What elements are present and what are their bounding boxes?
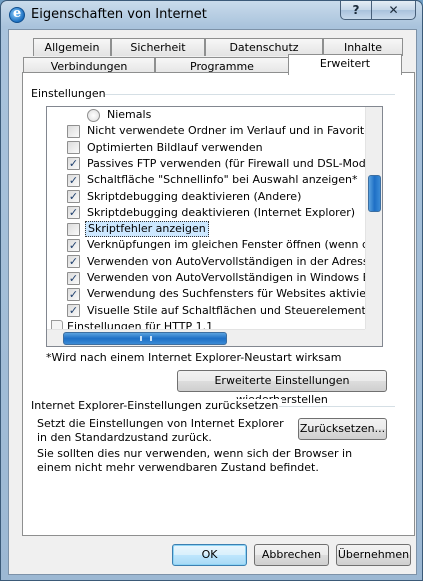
reset-group-line — [279, 406, 395, 407]
tab-allgemein[interactable]: Allgemein — [33, 38, 111, 56]
restart-note: *Wird nach einem Internet Explorer-Neust… — [46, 351, 342, 364]
reset-group-label: Internet Explorer-Einstellungen zurückse… — [31, 399, 283, 412]
horizontal-scrollbar[interactable] — [47, 329, 367, 346]
setting-label: Nicht verwendete Ordner im Verlauf und i… — [87, 124, 383, 138]
internet-explorer-icon — [9, 6, 25, 23]
checkbox-unchecked[interactable] — [67, 141, 80, 155]
vertical-scrollbar[interactable] — [365, 107, 382, 330]
vertical-scroll-thumb[interactable] — [368, 175, 381, 212]
setting-label: Schaltfläche "Schnellinfo" bei Auswahl a… — [87, 173, 358, 187]
setting-label: Verknüpfungen im gleichen Fenster öffnen… — [87, 238, 383, 252]
setting-label: Verwenden von AutoVervollständigen in de… — [87, 254, 383, 268]
reset-warning: Sie sollten dies nur verwenden, wenn sic… — [37, 447, 353, 474]
tab-erweitert[interactable]: Erweitert — [288, 54, 402, 75]
setting-label: Passives FTP verwenden (für Firewall und… — [87, 156, 383, 170]
settings-listbox[interactable]: Niemals Nicht verwendete Ordner im Verlau… — [46, 106, 383, 347]
setting-row[interactable]: Nicht verwendete Ordner im Verlauf und i… — [47, 123, 382, 139]
setting-row[interactable]: Passives FTP verwenden (für Firewall und… — [47, 156, 382, 172]
tab-sicherheit[interactable]: Sicherheit — [111, 38, 205, 56]
setting-label: Visuelle Stile auf Schaltflächen und Ste… — [87, 303, 383, 317]
setting-label: Skriptfehler anzeigen — [85, 221, 209, 238]
setting-row[interactable]: Verwenden von AutoVervollständigen in de… — [47, 254, 382, 270]
title-bar[interactable]: Eigenschaften von Internet ? ✕ — [1, 1, 422, 29]
window-title: Eigenschaften von Internet — [31, 7, 207, 22]
setting-row[interactable]: Visuelle Stile auf Schaltflächen und Ste… — [47, 303, 382, 319]
setting-row[interactable]: Skriptdebugging deaktivieren (Internet E… — [47, 205, 367, 221]
scroll-corner — [365, 329, 382, 346]
setting-row[interactable]: Verwendung des Suchfensters für Websites… — [47, 286, 382, 302]
setting-row[interactable]: Verwenden von AutoVervollständigen in Wi… — [47, 270, 382, 286]
settings-group-line — [105, 94, 395, 95]
dialog-window: Eigenschaften von Internet ? ✕ Allgemein… — [0, 0, 423, 581]
radio-button[interactable] — [87, 108, 100, 122]
setting-row[interactable]: Niemals — [47, 107, 367, 123]
checkbox-checked[interactable] — [67, 287, 80, 301]
checkbox-unchecked[interactable] — [67, 124, 80, 138]
close-button[interactable]: ✕ — [372, 1, 416, 20]
checkbox-checked[interactable] — [67, 304, 80, 318]
checkbox-checked[interactable] — [67, 173, 80, 187]
setting-label: Optimierten Bildlauf verwenden — [87, 140, 263, 154]
reset-button[interactable]: Zurücksetzen... — [298, 418, 387, 440]
checkbox-unchecked[interactable] — [67, 222, 80, 236]
checkbox-checked[interactable] — [67, 271, 80, 285]
help-button[interactable]: ? — [340, 1, 372, 20]
cancel-button[interactable]: Abbrechen — [254, 544, 329, 566]
setting-label: Skriptdebugging deaktivieren (Andere) — [87, 189, 302, 203]
ok-button[interactable]: OK — [172, 544, 247, 566]
setting-row[interactable]: Skriptfehler anzeigen — [47, 221, 367, 238]
setting-row[interactable]: Optimierten Bildlauf verwenden — [47, 140, 367, 156]
checkbox-checked[interactable] — [67, 157, 80, 171]
setting-label: Niemals — [107, 108, 152, 121]
help-icon: ? — [352, 3, 360, 17]
checkbox-checked[interactable] — [67, 190, 80, 203]
apply-button[interactable]: Übernehmen — [336, 544, 411, 566]
restore-advanced-button[interactable]: Erweiterte Einstellungen wiederherstelle… — [177, 370, 387, 406]
checkbox-checked[interactable] — [67, 206, 80, 220]
setting-label: Verwenden von AutoVervollständigen in Wi… — [87, 271, 383, 284]
checkbox-checked[interactable] — [67, 238, 80, 252]
reset-description: Setzt die Einstellungen von Internet Exp… — [37, 417, 284, 444]
setting-label: Skriptdebugging deaktivieren (Internet E… — [87, 205, 356, 219]
checkbox-checked[interactable] — [67, 255, 80, 269]
caption-buttons: ? ✕ — [340, 1, 416, 21]
settings-group-label: Einstellungen — [31, 87, 110, 100]
setting-row[interactable]: Skriptdebugging deaktivieren (Andere) — [47, 189, 367, 205]
setting-row[interactable]: Schaltfläche "Schnellinfo" bei Auswahl a… — [47, 172, 367, 188]
setting-label: Verwendung des Suchfensters für Websites… — [87, 287, 383, 301]
close-icon: ✕ — [388, 3, 399, 17]
horizontal-scroll-thumb[interactable] — [63, 332, 227, 345]
setting-row[interactable]: Verknüpfungen im gleichen Fenster öffnen… — [47, 237, 382, 253]
